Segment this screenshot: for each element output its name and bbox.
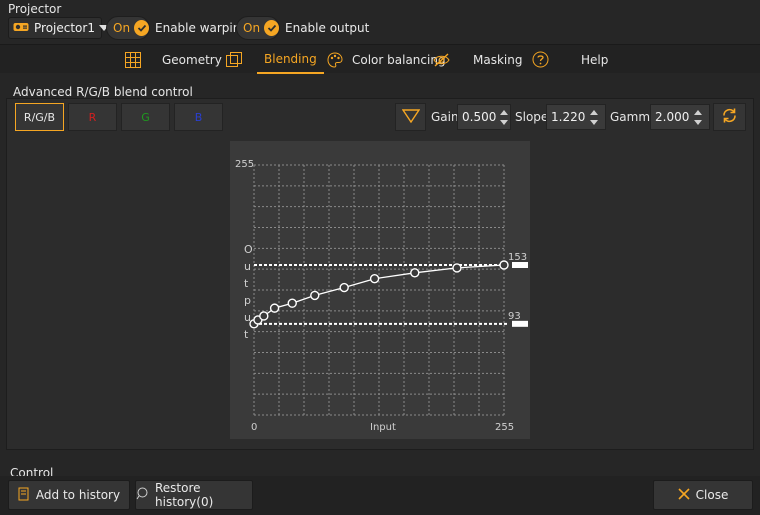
close-button[interactable]: Close: [653, 480, 753, 510]
projector-select[interactable]: Projector1: [8, 17, 109, 39]
gamma-down-arrow[interactable]: [694, 119, 702, 125]
tab-color-balancing[interactable]: Color balancing: [352, 45, 446, 74]
curve-control-point[interactable]: [310, 290, 320, 301]
channel-b-label: B: [194, 110, 203, 124]
slope-input[interactable]: [547, 105, 587, 129]
gamma-input[interactable]: [651, 105, 691, 129]
blend-curve-chart[interactable]: 153 93 255 0 255 Input Output: [230, 141, 530, 439]
slope-up-arrow[interactable]: [590, 109, 598, 115]
gain-input[interactable]: [458, 105, 498, 129]
lower-limit-label: 93: [508, 311, 521, 322]
grid-icon: [125, 52, 141, 71]
curve-control-point[interactable]: [287, 298, 297, 308]
gain-label: Gain: [431, 110, 459, 124]
enable-warping-toggle[interactable]: On: [106, 16, 150, 40]
blend-curve-svg[interactable]: 15393 255 0 255 Input Output: [230, 141, 530, 439]
channel-rgb-label: R/G/B: [23, 110, 56, 124]
projector-section-label: Projector: [8, 2, 62, 16]
restore-icon: [136, 487, 149, 503]
curve-preset-button[interactable]: [395, 103, 426, 131]
add-to-history-button[interactable]: Add to history: [8, 480, 130, 510]
y-axis-label-char: O: [244, 243, 253, 256]
gain-spinbox[interactable]: [457, 104, 511, 130]
triangle-down-icon: [401, 108, 420, 126]
y-axis-label-char: u: [244, 311, 251, 324]
projector-icon: [13, 21, 29, 36]
blend-control-title: Advanced R/G/B blend control: [13, 85, 193, 99]
enable-output-label: Enable output: [285, 21, 370, 35]
tab-bar: Geometry Blending Color balancing Maskin…: [0, 44, 760, 74]
tab-geometry[interactable]: Geometry: [162, 45, 222, 74]
gain-down-arrow[interactable]: [500, 119, 508, 125]
channel-r-button[interactable]: R: [68, 103, 117, 131]
history-icon: [18, 487, 30, 504]
y-axis-label-char: t: [244, 328, 249, 341]
channel-b-button[interactable]: B: [174, 103, 223, 131]
slope-down-arrow[interactable]: [590, 119, 598, 125]
upper-limit-label: 153: [508, 252, 527, 263]
restore-history-label: Restore history(0): [155, 481, 214, 509]
channel-g-button[interactable]: G: [121, 103, 170, 131]
tab-help[interactable]: Help: [581, 45, 608, 74]
reset-button[interactable]: [713, 103, 746, 131]
enable-warping-label: Enable warping: [155, 21, 248, 35]
enable-output-toggle[interactable]: On: [236, 16, 280, 40]
curve-control-point[interactable]: [269, 303, 280, 313]
channel-g-label: G: [141, 110, 150, 124]
help-icon: [532, 51, 549, 71]
projector-select-value: Projector1: [34, 21, 95, 35]
channel-r-label: R: [88, 110, 97, 124]
curve-control-point[interactable]: [410, 268, 420, 278]
close-icon: [678, 487, 690, 503]
curve-control-point[interactable]: [369, 274, 380, 284]
slope-label: Slope: [515, 110, 549, 124]
check-icon: [264, 20, 279, 36]
curve-control-point[interactable]: [499, 260, 509, 270]
curve-control-point[interactable]: [452, 263, 462, 273]
tab-masking[interactable]: Masking: [473, 45, 522, 74]
gamma-spinbox[interactable]: [650, 104, 710, 130]
check-icon: [134, 20, 149, 36]
y-axis-label-char: t: [244, 277, 249, 290]
y-axis-label-char: p: [244, 294, 251, 307]
close-label: Close: [695, 488, 729, 502]
curve-control-point[interactable]: [259, 311, 269, 321]
x-tick-255: 255: [495, 422, 514, 433]
slope-spinbox[interactable]: [546, 104, 606, 130]
restore-history-button[interactable]: Restore history(0): [135, 480, 253, 510]
curve-control-point[interactable]: [339, 282, 349, 293]
y-axis-label-char: u: [244, 260, 251, 273]
palette-icon: [327, 52, 343, 71]
gain-up-arrow[interactable]: [500, 109, 508, 115]
output-toggle-state: On: [243, 21, 261, 35]
warping-toggle-state: On: [113, 21, 131, 35]
x-axis-label: Input: [370, 422, 396, 433]
gamma-up-arrow[interactable]: [694, 109, 702, 115]
tab-blending[interactable]: Blending: [257, 45, 324, 74]
x-tick-0: 0: [251, 422, 257, 433]
refresh-icon: [721, 107, 738, 127]
blending-icon: [226, 52, 242, 71]
y-tick-255: 255: [235, 159, 254, 170]
channel-rgb-button[interactable]: R/G/B: [15, 103, 64, 131]
add-to-history-label: Add to history: [35, 488, 121, 502]
eye-slash-icon: [433, 52, 450, 71]
